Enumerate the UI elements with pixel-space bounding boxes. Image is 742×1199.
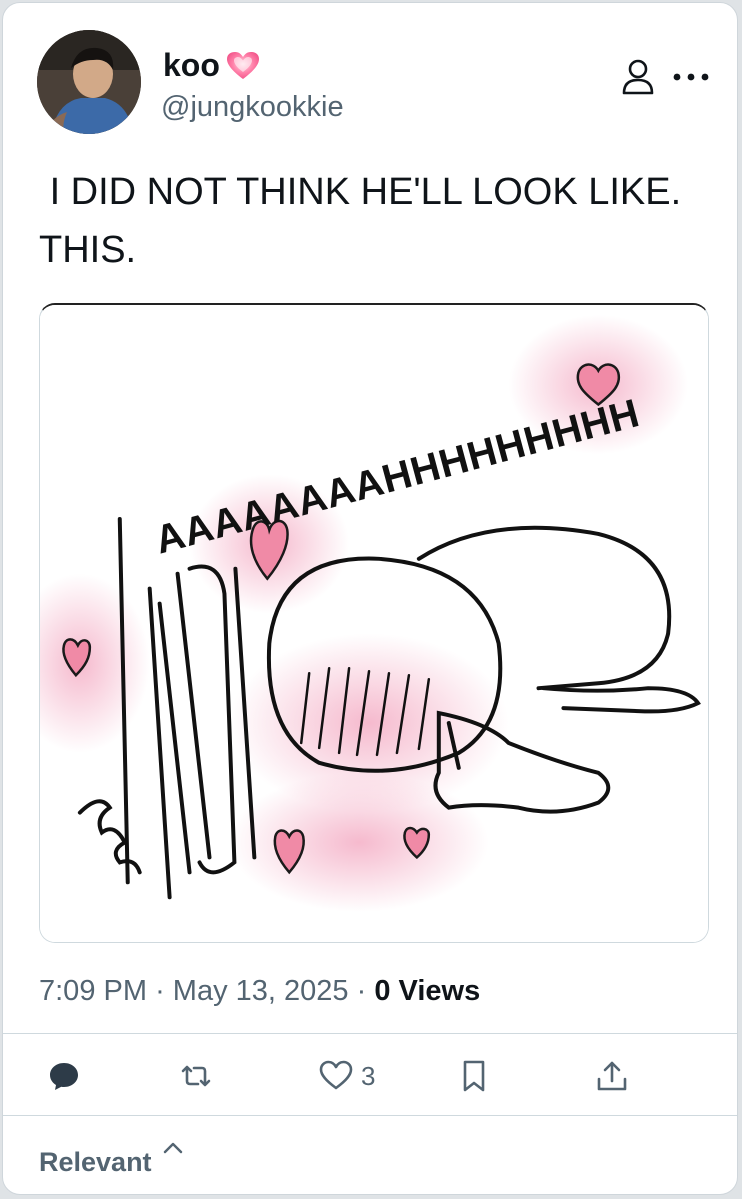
- reply-icon: [50, 1063, 78, 1090]
- meta-separator: ·: [356, 975, 367, 1007]
- like-count: 3: [361, 1060, 376, 1091]
- follow-user-icon[interactable]: [621, 59, 655, 95]
- chevron-up-icon: [163, 1142, 182, 1154]
- divider: [3, 1115, 737, 1116]
- bookmark-icon: [463, 1060, 485, 1092]
- tweet-metadata: 7:09 PM · May 13, 2025 · 0 Views: [39, 975, 480, 1008]
- share-icon: [597, 1061, 627, 1091]
- divider: [3, 1033, 737, 1034]
- views-count: 0: [374, 975, 391, 1007]
- tweet-actions: 3: [3, 1037, 737, 1117]
- share-button[interactable]: [595, 1059, 629, 1093]
- tweet-text: I DID NOT THINK HE'LL LOOK LIKE. THIS.: [39, 171, 682, 271]
- retweet-button[interactable]: [179, 1059, 213, 1093]
- avatar[interactable]: [37, 30, 141, 134]
- replies-sort-label: Relevant: [39, 1147, 152, 1177]
- tweet-time[interactable]: 7:09 PM: [39, 975, 147, 1007]
- reply-button[interactable]: [47, 1059, 81, 1093]
- heart-icon: [319, 1060, 353, 1090]
- views-label: Views: [398, 975, 481, 1007]
- tweet-media-image[interactable]: AAAAAAAAHHHHHHHHH: [39, 303, 709, 943]
- display-name-text: koo: [163, 47, 220, 83]
- bookmark-button[interactable]: [457, 1059, 491, 1093]
- display-name[interactable]: koo: [163, 47, 260, 84]
- like-button[interactable]: 3: [319, 1059, 375, 1093]
- tweet-date[interactable]: May 13, 2025: [173, 975, 349, 1007]
- meta-separator: ·: [155, 975, 165, 1007]
- more-options-icon[interactable]: [671, 69, 711, 85]
- tweet-card: koo @jungkookkie I DID NOT THINK HE'LL L…: [2, 2, 738, 1195]
- replies-sort-dropdown[interactable]: Relevant: [39, 1142, 184, 1178]
- pink-heart-icon: [226, 51, 259, 79]
- retweet-icon: [181, 1065, 211, 1087]
- user-handle[interactable]: @jungkookkie: [161, 91, 344, 124]
